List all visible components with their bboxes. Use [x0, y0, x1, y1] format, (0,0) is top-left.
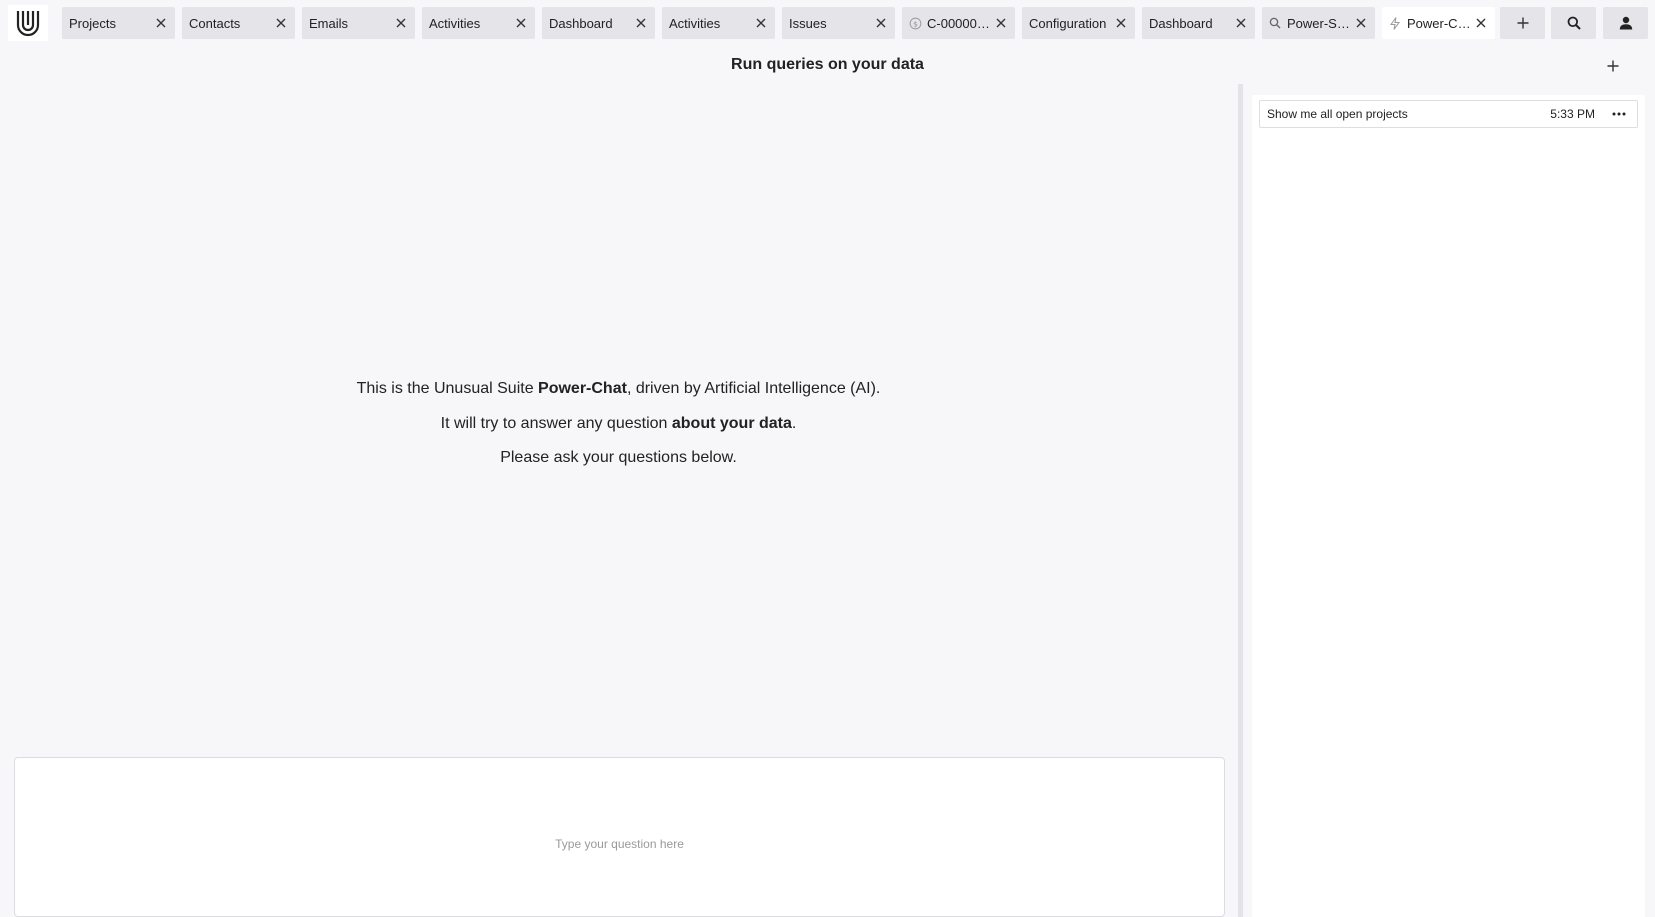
- close-icon[interactable]: [1353, 15, 1369, 31]
- more-options-icon[interactable]: [1607, 104, 1631, 124]
- tab-contacts[interactable]: Contacts: [182, 7, 295, 39]
- tab-dashboard[interactable]: Dashboard: [542, 7, 655, 39]
- question-input[interactable]: [14, 757, 1225, 917]
- chat-history-panel: Show me all open projects 5:33 PM: [1252, 95, 1645, 917]
- welcome-bold-text: about your data: [671, 414, 792, 432]
- close-icon[interactable]: [753, 15, 769, 31]
- close-icon[interactable]: [153, 15, 169, 31]
- close-icon[interactable]: [513, 15, 529, 31]
- history-item[interactable]: Show me all open projects 5:33 PM: [1259, 100, 1638, 128]
- plus-icon: [1517, 17, 1528, 29]
- close-icon[interactable]: [273, 15, 289, 31]
- tab-record-c000002[interactable]: $ C-000002-…: [902, 7, 1015, 39]
- tab-activities[interactable]: Activities: [422, 7, 535, 39]
- user-icon: [1619, 16, 1632, 30]
- welcome-text: , driven by Artificial Intelligence (AI)…: [626, 380, 881, 397]
- tab-dashboard-2[interactable]: Dashboard: [1142, 7, 1255, 39]
- panel-resize-handle[interactable]: [1238, 84, 1243, 917]
- search-icon: [1567, 16, 1581, 30]
- user-menu-button[interactable]: [1603, 7, 1648, 39]
- tab-activities-2[interactable]: Activities: [662, 7, 775, 39]
- tab-emails[interactable]: Emails: [302, 7, 415, 39]
- tab-power-chat[interactable]: Power-Chat: [1382, 7, 1495, 39]
- welcome-line-1: This is the Unusual Suite Power-Chat, dr…: [0, 372, 1237, 407]
- close-icon[interactable]: [633, 15, 649, 31]
- search-icon: [1269, 16, 1283, 30]
- tab-configuration[interactable]: Configuration: [1022, 7, 1135, 39]
- tab-issues[interactable]: Issues: [782, 7, 895, 39]
- welcome-message: This is the Unusual Suite Power-Chat, dr…: [0, 372, 1237, 476]
- new-chat-button[interactable]: [1602, 55, 1624, 77]
- welcome-text: It will try to answer any question: [440, 414, 672, 432]
- tab-power-search[interactable]: Power-Sea…: [1262, 7, 1375, 39]
- close-icon[interactable]: [393, 15, 409, 31]
- bolt-icon: [1389, 16, 1403, 30]
- tab-projects[interactable]: Projects: [62, 7, 175, 39]
- add-tab-button[interactable]: [1500, 7, 1545, 39]
- app-logo[interactable]: [8, 5, 48, 41]
- close-icon[interactable]: [1233, 15, 1249, 31]
- welcome-text: .: [791, 414, 797, 432]
- close-icon[interactable]: [993, 15, 1009, 31]
- welcome-text: This is the Unusual Suite: [356, 380, 539, 397]
- chat-main-panel: This is the Unusual Suite Power-Chat, dr…: [0, 84, 1237, 917]
- logo-icon: [16, 11, 40, 37]
- welcome-line-2: It will try to answer any question about…: [0, 407, 1237, 442]
- history-item-time: 5:33 PM: [1550, 107, 1595, 121]
- history-item-text: Show me all open projects: [1267, 107, 1408, 121]
- welcome-bold-text: Power-Chat: [538, 380, 627, 397]
- close-icon[interactable]: [873, 15, 889, 31]
- svg-text:$: $: [913, 19, 918, 28]
- top-bar: Projects Contacts Emails Activities Dash…: [0, 0, 1655, 48]
- close-icon[interactable]: [1113, 15, 1129, 31]
- search-button[interactable]: [1551, 7, 1596, 39]
- dollar-icon: $: [909, 16, 923, 30]
- plus-icon: [1607, 60, 1619, 72]
- close-icon[interactable]: [1473, 15, 1489, 31]
- welcome-line-3: Please ask your questions below.: [500, 449, 737, 466]
- page-title: Run queries on your data: [731, 56, 924, 73]
